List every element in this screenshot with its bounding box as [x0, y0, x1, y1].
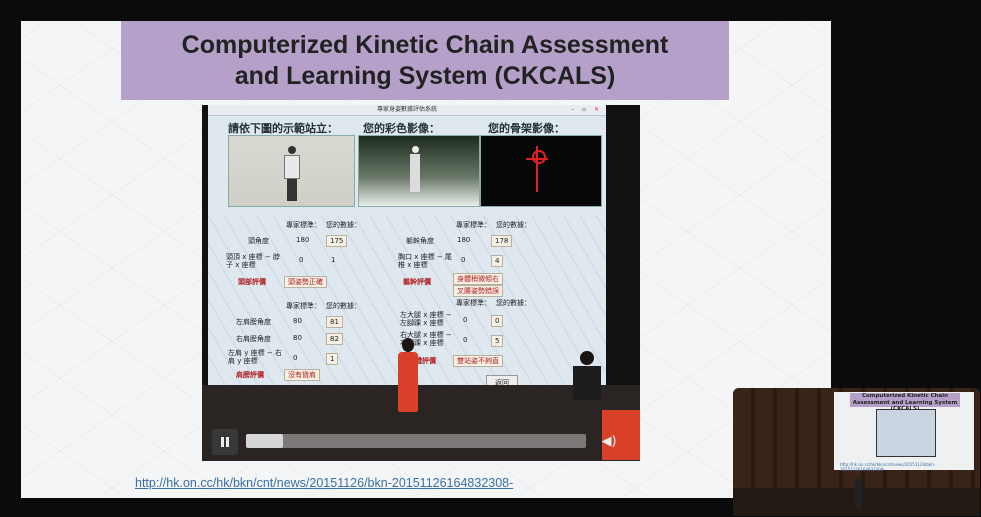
right-shoulder-expert: 80	[293, 334, 302, 342]
shoulder-y-label: 左肩 y 座標 − 右肩 y 座標	[228, 349, 282, 365]
pip-slide-url: http://hk.on.cc/hk/bkn/cnt/news/20151126…	[840, 462, 936, 472]
head-x-yours: 1	[331, 256, 336, 264]
shoulder-eval-label: 肩膀評價	[236, 371, 264, 379]
source-url[interactable]: http://hk.on.cc/hk/bkn/cnt/news/20151126…	[135, 476, 513, 490]
right-yours-header: 您的數據：	[496, 221, 531, 229]
color-image-header: 您的彩色影像：	[363, 122, 440, 135]
demo-image	[228, 135, 355, 207]
color-image	[358, 135, 480, 207]
right-shoulder-label: 右肩膀角度	[236, 335, 271, 343]
picture-in-picture-camera: Computerized Kinetic Chain Assessment an…	[733, 388, 980, 516]
right-thigh-yours: 5	[491, 335, 504, 347]
slide-title-line-1: Computerized Kinetic Chain Assessment	[181, 31, 669, 59]
head-angle-expert: 180	[296, 236, 310, 244]
right-expert-header: 專家標準：	[456, 221, 491, 229]
seek-bar-played	[246, 434, 284, 448]
window-titlebar: 專家身姿數據評估系統 – ▫ ✕	[208, 105, 606, 116]
shoulder-expert-header: 專家標準：	[286, 302, 321, 310]
leg-yours-header: 您的數據：	[496, 299, 531, 307]
video-controls: ◀)	[208, 427, 634, 457]
chest-x-yours: 4	[491, 255, 504, 267]
shoulder-yours-header: 您的數據：	[326, 302, 361, 310]
demo-header: 請依下圖的示範站立：	[228, 122, 338, 135]
torso-angle-yours: 178	[491, 235, 513, 247]
right-thigh-expert: 0	[463, 336, 468, 344]
head-angle-label: 頭角度	[248, 237, 269, 245]
left-thigh-yours: 0	[491, 315, 504, 327]
head-x-label: 頭頂 x 座標 − 脖子 x 座標	[226, 253, 280, 269]
image-headers: 請依下圖的示範站立： 您的彩色影像： 您的骨架影像：	[208, 116, 606, 136]
skeleton-figure	[526, 146, 548, 192]
left-shoulder-expert: 80	[293, 317, 302, 325]
pip-projected-slide: Computerized Kinetic Chain Assessment an…	[834, 392, 974, 472]
left-yours-header: 您的數據：	[326, 221, 361, 229]
torso-eval-value-1: 身體稍微傾右	[453, 273, 503, 285]
skeleton-image-header: 您的骨架影像：	[488, 122, 565, 135]
left-expert-header: 專家標準：	[286, 221, 321, 229]
torso-angle-label: 軀幹角度	[406, 237, 434, 245]
shoulder-y-expert: 0	[293, 354, 298, 362]
head-eval-label: 頭部評價	[238, 278, 266, 286]
head-angle-yours: 175	[326, 235, 348, 247]
pip-speaker	[855, 478, 862, 508]
pause-button[interactable]	[212, 429, 238, 455]
left-thigh-expert: 0	[463, 316, 468, 324]
chest-x-expert: 0	[461, 256, 466, 264]
slide-title-line-2: and Learning System (CKCALS)	[234, 62, 616, 90]
skeleton-image	[480, 135, 602, 207]
pip-slide-title: Computerized Kinetic Chain Assessment an…	[850, 393, 960, 412]
left-shoulder-label: 左肩膀角度	[236, 318, 271, 326]
close-icon[interactable]: ✕	[594, 106, 602, 113]
demo-person-figure	[284, 146, 300, 202]
chest-x-label: 胸口 x 座標 − 尾椎 x 座標	[398, 253, 452, 269]
torso-eval-value-2: 叉腰姿勢錯誤	[453, 285, 503, 297]
shoulder-y-yours: 1	[326, 353, 339, 365]
right-shoulder-yours: 82	[326, 333, 343, 345]
slide-title: Computerized Kinetic Chain Assessment an…	[121, 21, 729, 100]
leg-expert-header: 專家標準：	[456, 299, 491, 307]
presentation-slide: Computerized Kinetic Chain Assessment an…	[21, 21, 831, 498]
embedded-video[interactable]: 專家身姿數據評估系統 – ▫ ✕ 請依下圖的示範站立： 您的彩色影像： 您的骨架…	[202, 105, 640, 461]
head-x-expert: 0	[299, 256, 304, 264]
presenter-boy	[572, 351, 602, 411]
window-title: 專家身姿數據評估系統	[376, 106, 437, 113]
left-shoulder-yours: 81	[326, 316, 343, 328]
volume-icon[interactable]: ◀)	[596, 429, 622, 455]
pip-slide-screenshot	[876, 409, 936, 457]
seek-bar[interactable]	[246, 434, 586, 448]
overall-eval-value: 雙站姿不夠直	[453, 355, 503, 367]
shoulder-eval-value-1: 沒有聳肩	[284, 369, 320, 381]
window-controls[interactable]: – ▫ ✕	[571, 105, 602, 115]
torso-angle-expert: 180	[457, 236, 471, 244]
head-eval-value: 頭姿勢正確	[284, 276, 327, 288]
torso-eval-label: 軀幹評價	[403, 278, 431, 286]
color-person-figure	[409, 146, 421, 196]
left-thigh-label: 左大腿 x 座標 − 左腳踝 x 座標	[400, 311, 452, 327]
